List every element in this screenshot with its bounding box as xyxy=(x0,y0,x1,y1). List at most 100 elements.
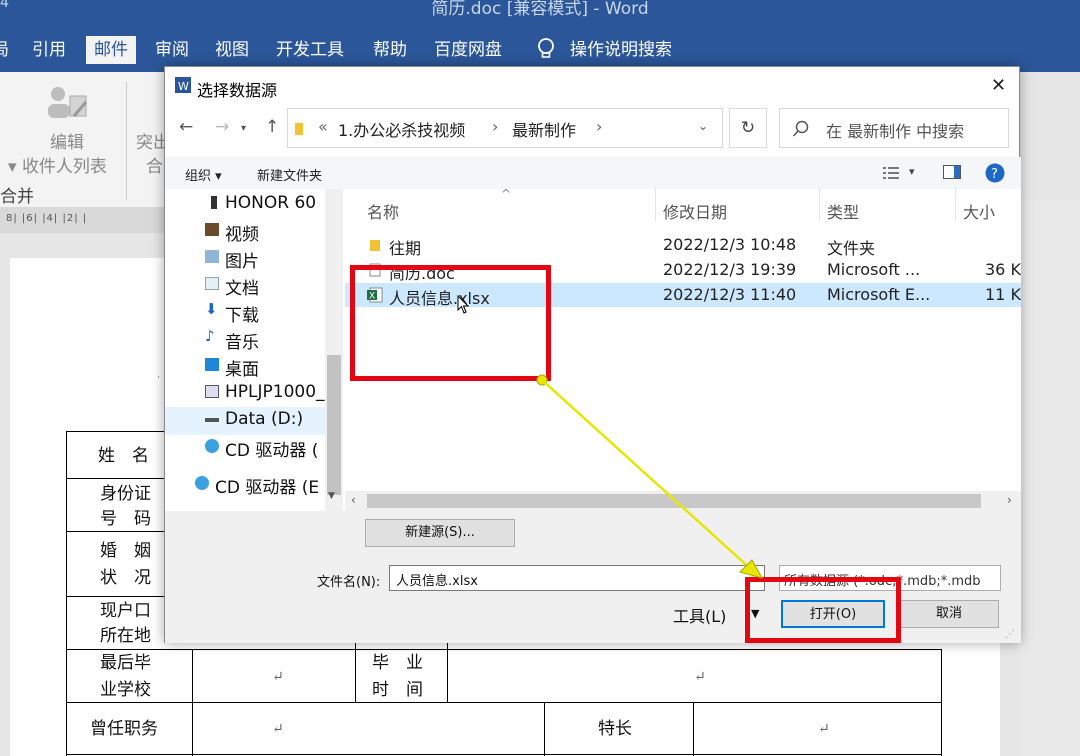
column-separator xyxy=(955,187,956,221)
address-bar[interactable]: « 1.办公必杀技视频 › 最新制作 › ⌄ xyxy=(287,108,723,148)
nav-item-honor[interactable]: HONOR 60 xyxy=(211,193,316,213)
tab-references[interactable]: 引用 xyxy=(32,36,66,64)
tab-view[interactable]: 视图 xyxy=(215,36,249,64)
cancel-button[interactable]: 取消 xyxy=(899,600,999,628)
nav-item-label: 文档 xyxy=(225,279,259,299)
edit-label[interactable]: 编辑 xyxy=(50,128,84,153)
table-border xyxy=(447,643,448,703)
help-icon[interactable]: ? xyxy=(985,163,1005,183)
nav-scroll-thumb[interactable] xyxy=(327,355,341,495)
cell-marital-2: 状 况 xyxy=(100,568,151,588)
chevron-down-icon: ▾ xyxy=(8,157,22,177)
nav-item-data-drive[interactable]: Data (D:) xyxy=(205,409,304,429)
file-type: Microsoft E... xyxy=(827,285,931,304)
tell-me-search[interactable]: 操作说明搜索 xyxy=(570,36,672,64)
cell-id-2: 号 码 xyxy=(100,509,151,529)
cell-name: 姓 名 xyxy=(98,446,149,466)
dialog-title: 选择数据源 xyxy=(197,81,278,100)
tools-button[interactable]: 工具(L) xyxy=(673,603,726,627)
nav-item-documents[interactable]: 文档 xyxy=(205,274,259,299)
nav-item-cd-drive-e[interactable]: CD 驱动器 (E xyxy=(195,473,319,498)
view-options-icon[interactable] xyxy=(883,167,899,179)
table-border xyxy=(544,702,545,756)
nav-item-pictures[interactable]: 图片 xyxy=(205,247,259,272)
table-border xyxy=(66,431,166,432)
filename-label: 文件名(N): xyxy=(317,575,381,590)
table-border xyxy=(66,478,166,479)
column-size[interactable]: 大小 xyxy=(963,199,995,223)
table-border xyxy=(192,649,193,756)
page-corner xyxy=(158,376,159,378)
new-folder-button[interactable]: 新建文件夹 xyxy=(257,165,322,184)
merge-label[interactable]: 合 xyxy=(146,152,163,177)
chevron-down-icon[interactable]: ▾ xyxy=(909,165,915,178)
search-icon xyxy=(792,120,809,137)
up-button[interactable]: ↑ xyxy=(265,117,279,137)
resize-grip-icon[interactable]: ⋰ xyxy=(1005,629,1015,640)
breadcrumb-current[interactable]: 最新制作 xyxy=(512,117,576,141)
tab-help[interactable]: 帮助 xyxy=(373,36,407,64)
chevron-right-icon[interactable]: › xyxy=(1007,493,1012,507)
cell-skills: 特长 xyxy=(598,719,632,739)
breadcrumb-parent[interactable]: 1.办公必杀技视频 xyxy=(338,117,465,141)
word-title: 简历.doc [兼容模式] - Word xyxy=(431,0,649,19)
download-icon: ⬇ xyxy=(205,300,218,318)
chevron-down-icon[interactable]: ▾ xyxy=(241,123,246,134)
edit-recipients-icon xyxy=(48,87,88,118)
table-border xyxy=(66,702,942,703)
close-icon[interactable]: ✕ xyxy=(991,75,1006,96)
file-date: 2022/12/3 19:39 xyxy=(663,260,797,279)
folder-icon xyxy=(295,123,303,135)
chevron-left-icon[interactable]: ‹ xyxy=(351,493,356,507)
nav-item-cd-drive[interactable]: CD 驱动器 ( xyxy=(205,436,318,461)
recipients-label-text: 收件人列表 xyxy=(21,157,107,177)
forward-button[interactable]: → xyxy=(215,117,229,137)
preview-pane-icon[interactable] xyxy=(943,165,961,179)
file-date: 2022/12/3 11:40 xyxy=(663,285,797,304)
new-source-button[interactable]: 新建源(S)... xyxy=(365,519,515,547)
column-name[interactable]: 名称 xyxy=(367,199,399,223)
nav-item-videos[interactable]: 视频 xyxy=(205,220,259,245)
cell-grad-2: 时 间 xyxy=(372,680,423,700)
word-app-icon: W xyxy=(175,77,191,93)
tab-baidu[interactable]: 百度网盘 xyxy=(434,36,502,64)
tab-developer[interactable]: 开发工具 xyxy=(276,36,344,64)
enter-mark: ↵ xyxy=(818,721,830,737)
tab-layout[interactable]: 局 xyxy=(0,36,9,64)
table-border xyxy=(941,649,942,756)
organize-button[interactable]: 组织 ▾ xyxy=(185,165,222,184)
nav-item-music[interactable]: ♪ 音乐 xyxy=(205,327,259,353)
search-box[interactable]: 在 最新制作 中搜索 xyxy=(779,108,1009,148)
toolbar-divider xyxy=(126,82,127,200)
chevron-down-icon[interactable]: ⌄ xyxy=(698,119,708,133)
printer-icon xyxy=(205,385,219,398)
nav-item-downloads[interactable]: ⬇ 下载 xyxy=(205,300,259,326)
sort-indicator-icon: ^ xyxy=(501,187,512,201)
music-icon: ♪ xyxy=(205,327,215,345)
column-separator xyxy=(655,187,656,221)
tab-review[interactable]: 审阅 xyxy=(155,36,189,64)
chevron-down-icon[interactable]: ▼ xyxy=(328,491,335,501)
cell-school-1: 最后毕 xyxy=(100,653,151,673)
nav-item-printer[interactable]: HPLJP1000_ xyxy=(205,382,325,402)
cd-icon xyxy=(205,439,219,453)
desktop-icon xyxy=(205,358,219,371)
column-date[interactable]: 修改日期 xyxy=(663,199,727,223)
annotation-arrow xyxy=(536,374,764,579)
nav-item-label: 桌面 xyxy=(225,360,259,380)
tab-mailings[interactable]: 邮件 xyxy=(86,36,136,64)
nav-item-label: Data (D:) xyxy=(225,409,304,429)
column-type[interactable]: 类型 xyxy=(827,199,859,223)
file-type: 文件夹 xyxy=(827,239,876,258)
breadcrumb-separator[interactable]: › xyxy=(492,117,498,136)
table-border xyxy=(693,702,694,756)
file-row[interactable]: 往期 2022/12/3 10:48 文件夹 xyxy=(345,233,1021,258)
refresh-button[interactable]: ↻ xyxy=(729,108,767,148)
nav-item-desktop[interactable]: 桌面 xyxy=(205,355,259,380)
breadcrumb-separator[interactable]: › xyxy=(596,117,602,136)
file-size: 11 K xyxy=(985,285,1021,304)
enter-mark: ↵ xyxy=(272,669,284,685)
back-button[interactable]: ← xyxy=(179,117,193,137)
recipients-label[interactable]: ▾ 收件人列表 xyxy=(8,152,107,177)
breadcrumb-overflow[interactable]: « xyxy=(318,117,328,136)
